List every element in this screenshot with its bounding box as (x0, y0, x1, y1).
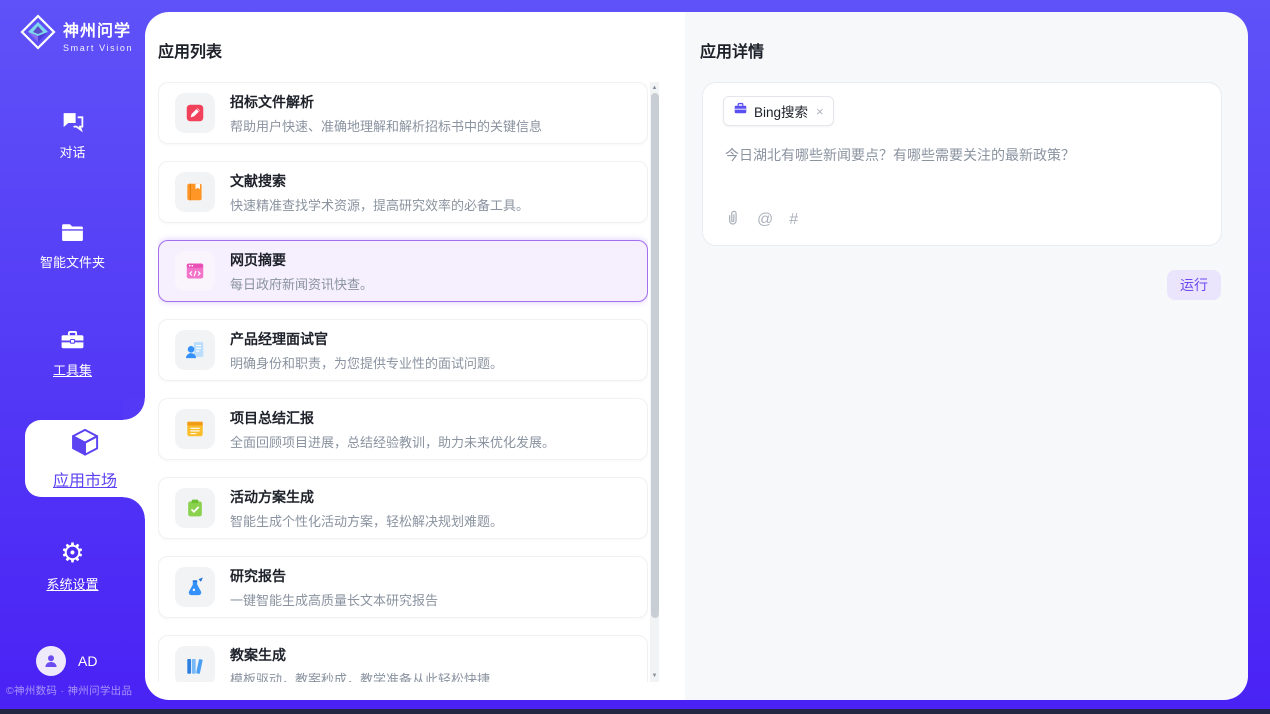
app-card-desc: 快速精准查找学术资源，提高研究效率的必备工具。 (230, 195, 529, 214)
app-card-title: 项目总结汇报 (230, 408, 555, 428)
app-detail-title: 应用详情 (700, 38, 764, 62)
app-card-desc: 帮助用户快速、准确地理解和解析招标书中的关键信息 (230, 116, 542, 135)
literature-book-icon (175, 172, 215, 212)
app-card-title: 教案生成 (230, 645, 490, 665)
app-card-bid-parse[interactable]: 招标文件解析 帮助用户快速、准确地理解和解析招标书中的关键信息 (158, 82, 648, 144)
chip-close-icon[interactable]: × (816, 104, 824, 119)
research-ink-icon (175, 567, 215, 607)
composer-toolbar: @ # (724, 208, 798, 231)
diamond-gem-icon (20, 14, 56, 55)
bubble-corner-bottom (123, 497, 145, 519)
app-window: 神州问学 Smart Vision 对话 智能文件夹 (0, 0, 1270, 714)
app-card-title: 招标文件解析 (230, 92, 542, 112)
app-card-lesson-plan[interactable]: 教案生成 模板驱动，教案秒成，教学准备从此轻松快捷 (158, 635, 648, 682)
plan-clipboard-icon (175, 488, 215, 528)
sidebar-item-app-market[interactable]: 应用市场 (25, 420, 145, 497)
toolbox-icon (0, 326, 145, 354)
sidebar-item-smart-folder[interactable]: 智能文件夹 (0, 218, 145, 271)
app-card-desc: 明确身份和职责，为您提供专业性的面试问题。 (230, 353, 503, 372)
sidebar-item-label: 工具集 (0, 360, 145, 379)
app-card-desc: 模板驱动，教案秒成，教学准备从此轻松快捷 (230, 669, 490, 683)
hash-icon[interactable]: # (789, 211, 798, 229)
window-bottom-edge (0, 709, 1270, 714)
sidebar: 神州问学 Smart Vision 对话 智能文件夹 (0, 0, 145, 709)
app-list-title: 应用列表 (158, 38, 222, 62)
app-card-desc: 全面回顾项目进展，总结经验教训，助力未来优化发展。 (230, 432, 555, 451)
app-list-panel: 应用列表 招标文件解析 帮助用户快速、准确地理解和解析招标书中的关键信息 (145, 12, 685, 700)
list-scrollbar: ▲ ▼ (650, 82, 659, 682)
cube-icon (70, 427, 100, 462)
sidebar-item-chat[interactable]: 对话 (0, 108, 145, 161)
prompt-card[interactable]: Bing搜索 × 今日湖北有哪些新闻要点？有哪些需要关注的最新政策？ @ # (702, 82, 1222, 246)
sidebar-item-settings[interactable]: ⚙ 系统设置 (0, 540, 145, 593)
briefcase-icon (733, 101, 748, 121)
user-avatar-icon (36, 646, 66, 676)
tool-chip-bing[interactable]: Bing搜索 × (723, 96, 834, 126)
copyright-text: ©神州数码 · 神州问学出品 (6, 683, 145, 698)
app-card-title: 文献搜索 (230, 171, 529, 191)
app-card-desc: 智能生成个性化活动方案，轻松解决规划难题。 (230, 511, 503, 530)
app-detail-panel: 应用详情 Bing搜索 × 今日湖北有哪些新闻要点？有哪些需要关注的最新政策？ (685, 12, 1248, 700)
app-card-title: 产品经理面试官 (230, 329, 503, 349)
tool-chip-label: Bing搜索 (754, 101, 808, 121)
sidebar-item-label: 系统设置 (0, 574, 145, 593)
content-area: 应用列表 招标文件解析 帮助用户快速、准确地理解和解析招标书中的关键信息 (145, 12, 1248, 700)
brand-logo: 神州问学 Smart Vision (20, 14, 133, 55)
sidebar-item-label: 应用市场 (53, 467, 117, 491)
sidebar-item-label: 智能文件夹 (0, 252, 145, 271)
paperclip-icon[interactable] (724, 208, 741, 231)
sidebar-item-label: 对话 (0, 142, 145, 161)
scroll-up-icon[interactable]: ▲ (650, 84, 659, 92)
chat-icon (0, 108, 145, 136)
brand-name: 神州问学 (63, 23, 131, 40)
prompt-query-text[interactable]: 今日湖北有哪些新闻要点？有哪些需要关注的最新政策？ (725, 145, 1201, 165)
run-button[interactable]: 运行 (1167, 270, 1221, 300)
sidebar-item-toolset[interactable]: 工具集 (0, 326, 145, 379)
app-card-web-summary[interactable]: 网页摘要 每日政府新闻资讯快查。 (158, 240, 648, 302)
user-account[interactable]: AD (36, 646, 97, 676)
app-card-title: 网页摘要 (230, 250, 373, 270)
app-card-title: 研究报告 (230, 566, 438, 586)
app-card-title: 活动方案生成 (230, 487, 503, 507)
app-card-desc: 一键智能生成高质量长文本研究报告 (230, 590, 438, 609)
interviewer-person-icon (175, 330, 215, 370)
bubble-corner-top (123, 398, 145, 420)
app-list: 招标文件解析 帮助用户快速、准确地理解和解析招标书中的关键信息 文献搜索 (158, 82, 648, 682)
app-card-pm-interviewer[interactable]: 产品经理面试官 明确身份和职责，为您提供专业性的面试问题。 (158, 319, 648, 381)
bid-document-icon (175, 93, 215, 133)
scroll-down-icon[interactable]: ▼ (650, 672, 659, 680)
app-card-desc: 每日政府新闻资讯快查。 (230, 274, 373, 293)
mention-icon[interactable]: @ (757, 211, 773, 229)
lesson-books-icon (175, 646, 215, 682)
webpage-code-icon (175, 251, 215, 291)
gear-icon: ⚙ (0, 540, 145, 568)
summary-note-icon (175, 409, 215, 449)
brand-tagline: Smart Vision (63, 43, 133, 53)
app-card-literature-search[interactable]: 文献搜索 快速精准查找学术资源，提高研究效率的必备工具。 (158, 161, 648, 223)
app-card-project-summary[interactable]: 项目总结汇报 全面回顾项目进展，总结经验教训，助力未来优化发展。 (158, 398, 648, 460)
app-card-event-plan[interactable]: 活动方案生成 智能生成个性化活动方案，轻松解决规划难题。 (158, 477, 648, 539)
scrollbar-thumb[interactable] (651, 93, 659, 618)
folder-icon (0, 218, 145, 246)
app-card-research-report[interactable]: 研究报告 一键智能生成高质量长文本研究报告 (158, 556, 648, 618)
user-name: AD (78, 653, 97, 669)
